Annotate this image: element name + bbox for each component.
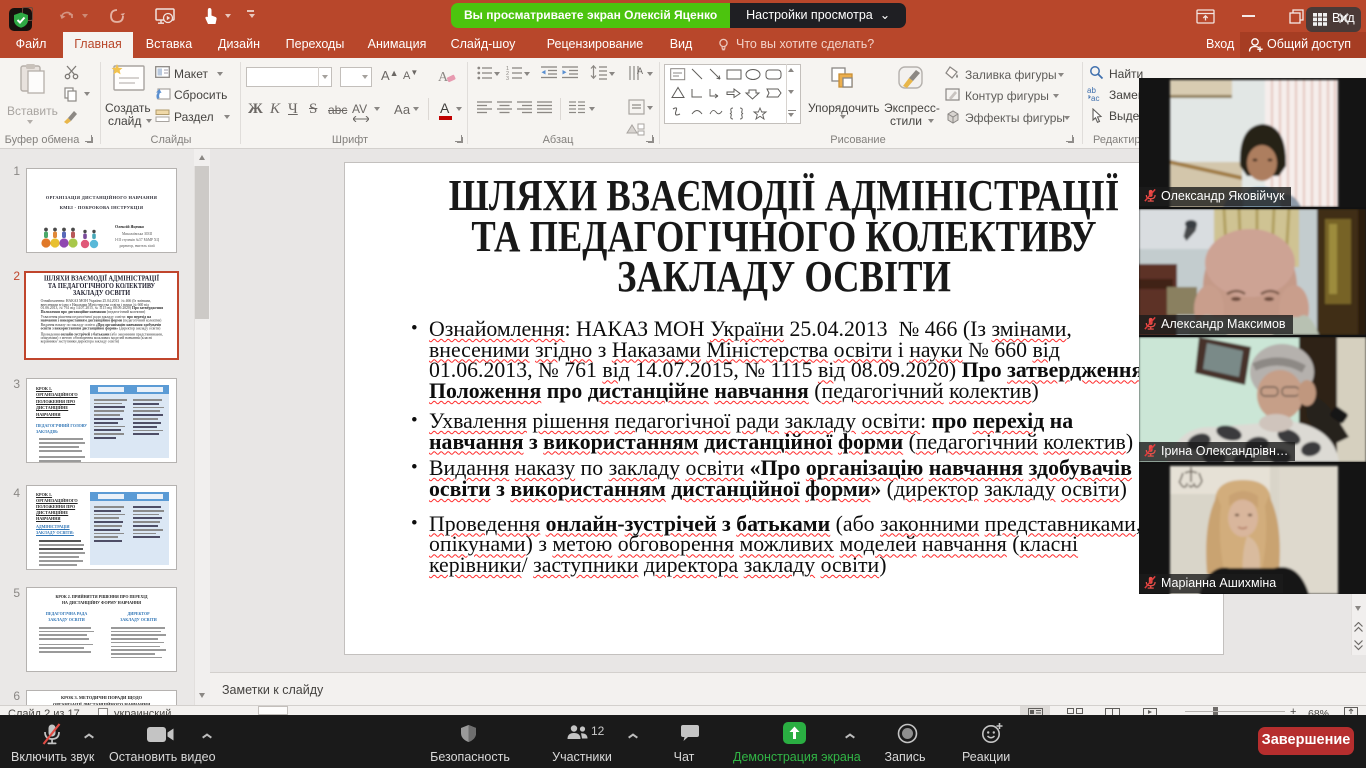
svg-text:ac: ac bbox=[1091, 94, 1099, 102]
svg-text:3: 3 bbox=[506, 76, 509, 80]
svg-text:А: А bbox=[438, 70, 449, 84]
svg-text:A: A bbox=[637, 66, 643, 76]
